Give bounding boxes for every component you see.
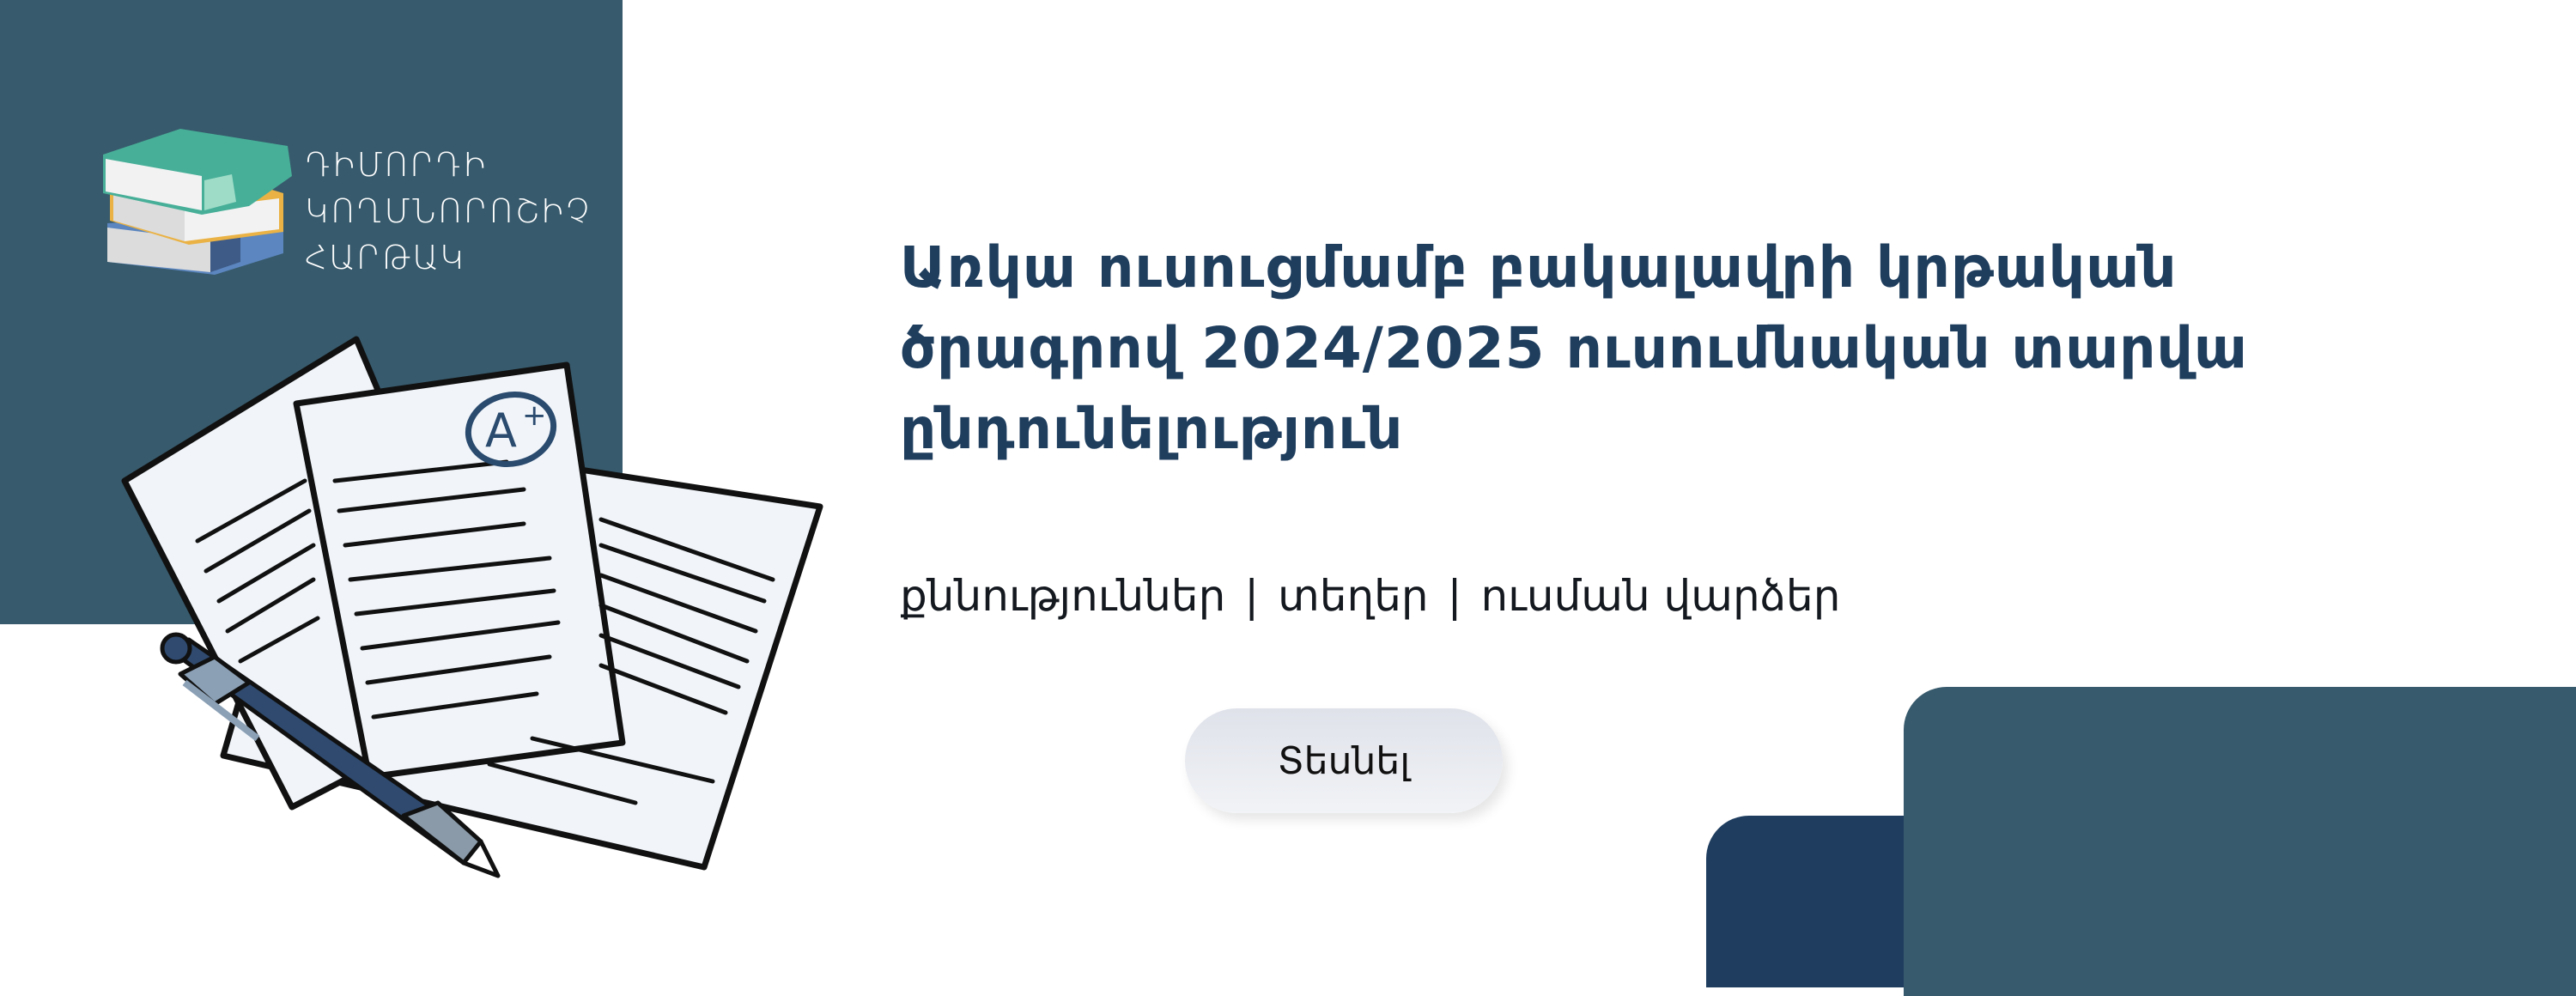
logo-line: ԿՈՂՄՆՈՐՈՇԻՉ bbox=[305, 192, 592, 230]
subtitle-item-fees: ուսման վարձեր bbox=[1480, 571, 1841, 621]
subtitle-item-exams: քննություններ bbox=[900, 571, 1226, 621]
page-title: Առկա ուսուցմամբ բակալավրի կրթական ծրագրո… bbox=[900, 228, 2445, 470]
separator: | bbox=[1447, 571, 1462, 621]
logo-line: ՀԱՐԹԱԿ bbox=[305, 239, 466, 276]
subtitle: քննություններ | տեղեր | ուսման վարձեր bbox=[900, 571, 1840, 621]
decorative-block-teal bbox=[1904, 687, 2576, 996]
see-button-label: Տեսնել bbox=[1277, 738, 1411, 783]
title-line: ընդունելություն bbox=[900, 396, 1404, 462]
svg-text:A: A bbox=[485, 404, 517, 458]
subtitle-item-places: տեղեր bbox=[1278, 571, 1429, 621]
title-line: Առկա ուսուցմամբ բակալավրի կրթական bbox=[900, 234, 2178, 301]
logo-line: ԴԻՄՈՐԴԻ bbox=[305, 146, 488, 184]
logo-text: ԴԻՄՈՐԴԻ ԿՈՂՄՆՈՐՈՇԻՉ ՀԱՐԹԱԿ bbox=[305, 142, 592, 281]
books-icon bbox=[103, 129, 292, 275]
svg-text:+: + bbox=[522, 398, 547, 433]
exam-papers-illustration: A + bbox=[121, 336, 823, 878]
see-button[interactable]: Տեսնել bbox=[1185, 708, 1503, 813]
logo: ԴԻՄՈՐԴԻ ԿՈՂՄՆՈՐՈՇԻՉ ՀԱՐԹԱԿ bbox=[103, 125, 618, 288]
title-line: ծրագրով 2024/2025 ուսումնական տարվա bbox=[900, 315, 2248, 381]
separator: | bbox=[1244, 571, 1260, 621]
